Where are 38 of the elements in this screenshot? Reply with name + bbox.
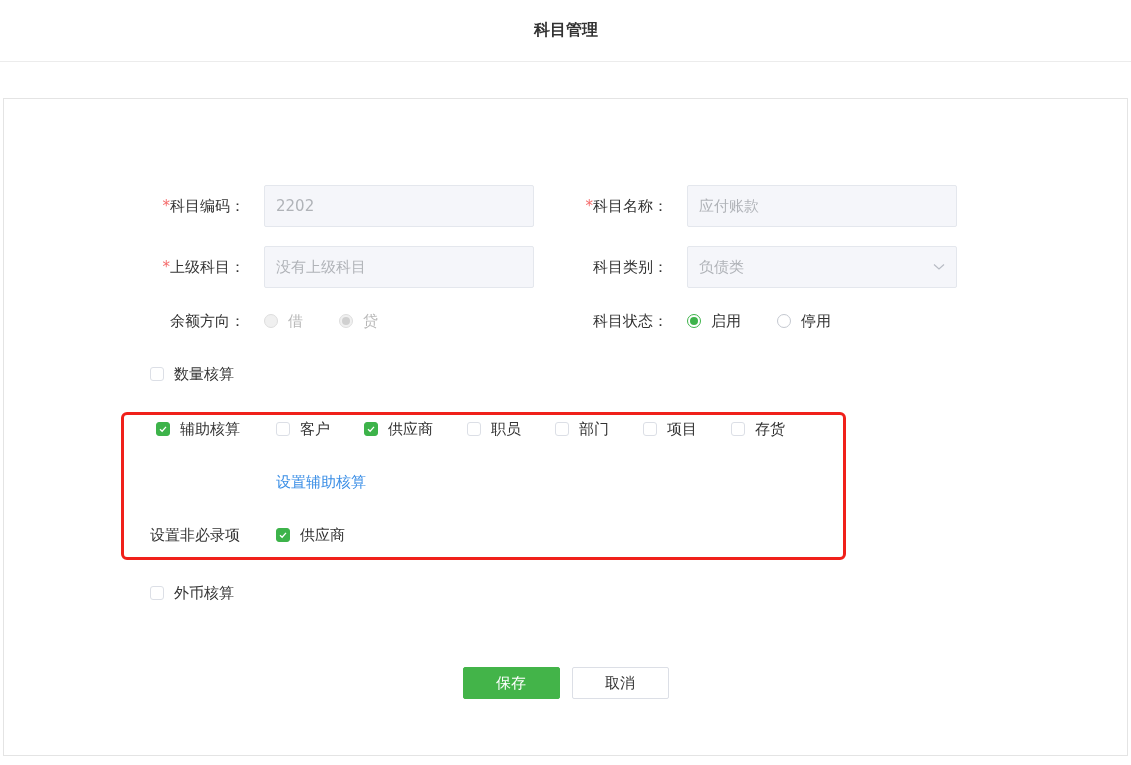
radio-label: 停用 (801, 311, 831, 331)
checkbox-label: 供应商 (388, 419, 433, 439)
field-label: 科目状态： (593, 311, 668, 330)
checkbox[interactable] (156, 422, 170, 436)
radio-label: 贷 (363, 311, 378, 331)
checkbox-label: 供应商 (300, 525, 345, 545)
checkbox-label: 辅助核算 (180, 419, 240, 439)
field-label: 科目类别： (593, 257, 668, 276)
field-label: 上级科目： (170, 257, 245, 276)
checkbox-label: 存货 (755, 419, 785, 439)
radio-label: 启用 (711, 311, 741, 331)
radio-button[interactable] (687, 314, 701, 328)
checkbox-label: 部门 (579, 419, 609, 439)
checkbox-label: 客户 (300, 419, 330, 439)
field-label: 科目名称： (593, 196, 668, 215)
checkbox-label: 数量核算 (174, 364, 234, 384)
checkbox[interactable] (364, 422, 378, 436)
checkbox-label: 外币核算 (174, 583, 234, 603)
field-label: 科目编码： (170, 196, 245, 215)
chevron-down-icon (933, 263, 945, 271)
settings-link[interactable]: 设置辅助核算 (276, 472, 366, 492)
input-field[interactable]: 没有上级科目 (264, 246, 534, 288)
checkbox[interactable] (276, 528, 290, 542)
required-asterisk: * (162, 196, 170, 215)
radio-button[interactable] (777, 314, 791, 328)
select-field[interactable]: 负债类 (687, 246, 957, 288)
required-asterisk: * (162, 257, 170, 276)
checkbox-label: 职员 (491, 419, 521, 439)
input-field[interactable]: 应付账款 (687, 185, 957, 227)
input-field[interactable]: 2202 (264, 185, 534, 227)
checkbox-label: 项目 (667, 419, 697, 439)
cancel-button[interactable]: 取消 (571, 667, 669, 699)
field-label: 余额方向： (170, 311, 245, 330)
radio-label: 借 (288, 311, 303, 331)
field-label: 设置非必录项 (150, 525, 240, 545)
save-button[interactable]: 保存 (462, 667, 560, 699)
required-asterisk: * (585, 196, 593, 215)
page-title: 科目管理 (533, 20, 598, 41)
